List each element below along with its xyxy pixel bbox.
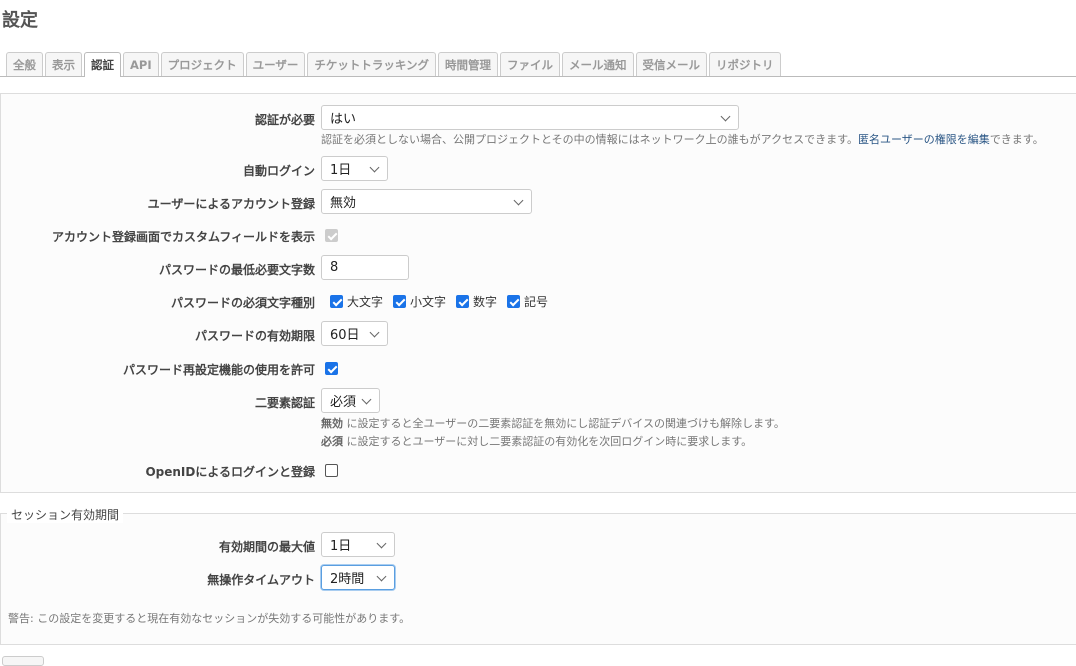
- session-lifetime-label: 有効期間の最大値: [218, 540, 315, 554]
- char-type-lowercase[interactable]: 小文字: [393, 293, 446, 310]
- session-timeout-row: 無操作タイムアウト 2時間: [1, 565, 1076, 591]
- chevron-down-icon: [376, 571, 387, 582]
- session-lifetime-select[interactable]: 1日: [321, 532, 395, 557]
- symbols-label: 記号: [524, 295, 549, 309]
- chevron-down-icon: [513, 195, 524, 206]
- tab-display[interactable]: 表示: [45, 52, 82, 76]
- lost-password-checkbox[interactable]: [325, 362, 338, 375]
- twofa-hint1-row: 無効 に設定すると全ユーザーの二要素認証を無効にし認証デバイスの関連づけも解除し…: [1, 415, 1076, 431]
- password-max-age-label: パスワードの有効期限: [194, 329, 315, 343]
- autologin-row: 自動ログイン 1日: [1, 156, 1076, 182]
- tab-projects[interactable]: プロジェクト: [160, 52, 244, 76]
- openid-label: OpenIDによるログインと登録: [145, 465, 315, 479]
- chevron-down-icon: [361, 394, 372, 405]
- hint-text-end: できます。: [989, 133, 1044, 146]
- anonymous-permissions-link[interactable]: 匿名ユーザーの権限を編集: [858, 133, 990, 146]
- session-timeout-label: 無操作タイムアウト: [207, 573, 315, 587]
- openid-checkbox[interactable]: [325, 464, 338, 477]
- session-timeout-value: 2時間: [330, 572, 365, 587]
- lost-password-label: パスワード再設定機能の使用を許可: [122, 363, 315, 377]
- login-required-value: はい: [330, 112, 357, 127]
- page-title: 設定: [2, 10, 38, 31]
- session-timeout-select[interactable]: 2時間: [321, 565, 395, 590]
- session-lifetime-row: 有効期間の最大値 1日: [1, 532, 1076, 558]
- twofa-hint-required: 必須 に設定するとユーザーに対し二要素認証の有効化を次回ログイン時に要求します。: [321, 433, 752, 449]
- tab-incoming-emails[interactable]: 受信メール: [635, 52, 708, 76]
- autologin-label: 自動ログイン: [242, 164, 315, 178]
- digits-checkbox[interactable]: [456, 295, 470, 308]
- session-warning: 警告: この設定を変更すると現在有効なセッションが失効する可能性があります。: [8, 612, 411, 625]
- tabs-divider: [0, 76, 1076, 77]
- uppercase-label: 大文字: [347, 295, 384, 309]
- tab-authentication[interactable]: 認証: [84, 52, 121, 77]
- symbols-checkbox[interactable]: [507, 295, 521, 308]
- login-required-row: 認証が必要 はい: [1, 105, 1076, 131]
- twofa-hint2-row: 必須 に設定するとユーザーに対し二要素認証の有効化を次回ログイン時に要求します。: [1, 433, 1076, 449]
- password-min-length-row: パスワードの最低必要文字数 8: [1, 255, 1076, 281]
- twofa-row: 二要素認証 必須: [1, 388, 1076, 414]
- hint-key: 必須: [321, 435, 343, 448]
- tab-files[interactable]: ファイル: [500, 52, 561, 76]
- hint-text: に設定するとユーザーに対し二要素認証の有効化を次回ログイン時に要求します。: [343, 435, 753, 448]
- lowercase-label: 小文字: [410, 295, 447, 309]
- hint-text: に設定すると全ユーザーの二要素認証を無効にし認証デバイスの関連づけも解除します。: [343, 417, 785, 430]
- hint-text: 認証を必須としない場合、公開プロジェクトとその中の情報にはネットワーク上の誰もが…: [321, 133, 859, 146]
- password-required-chars-group: 大文字 小文字 数字 記号: [330, 293, 554, 310]
- openid-row: OpenIDによるログインと登録: [1, 457, 1076, 483]
- lost-password-row: パスワード再設定機能の使用を許可: [1, 355, 1076, 381]
- session-legend: セッション有効期間: [7, 506, 124, 523]
- self-registration-label: ユーザーによるアカウント登録: [147, 197, 315, 211]
- session-lifetime-value: 1日: [330, 539, 352, 554]
- password-required-chars-label: パスワードの必須文字種別: [170, 296, 315, 310]
- custom-fields-label: アカウント登録画面でカスタムフィールドを表示: [51, 230, 315, 244]
- tab-issue-tracking[interactable]: チケットトラッキング: [307, 52, 437, 76]
- password-max-age-value: 60日: [330, 328, 360, 343]
- tab-repositories[interactable]: リポジトリ: [709, 52, 781, 76]
- twofa-value: 必須: [330, 395, 357, 410]
- chevron-down-icon: [720, 111, 731, 122]
- tab-users[interactable]: ユーザー: [245, 52, 306, 76]
- password-max-age-select[interactable]: 60日: [321, 321, 388, 346]
- self-registration-select[interactable]: 無効: [321, 189, 532, 214]
- password-max-age-row: パスワードの有効期限 60日: [1, 321, 1076, 347]
- digits-label: 数字: [473, 295, 498, 309]
- self-registration-row: ユーザーによるアカウント登録 無効: [1, 189, 1076, 215]
- autologin-value: 1日: [330, 163, 352, 178]
- chevron-down-icon: [369, 162, 380, 173]
- uppercase-checkbox[interactable]: [330, 295, 343, 308]
- custom-fields-checkbox[interactable]: [325, 229, 338, 242]
- save-button[interactable]: [2, 656, 44, 666]
- self-registration-value: 無効: [330, 196, 357, 211]
- login-required-hint-row: 認証を必須としない場合、公開プロジェクトとその中の情報にはネットワーク上の誰もが…: [1, 131, 1076, 147]
- chevron-down-icon: [376, 538, 387, 549]
- login-required-hint: 認証を必須としない場合、公開プロジェクトとその中の情報にはネットワーク上の誰もが…: [321, 131, 1044, 147]
- lowercase-checkbox[interactable]: [393, 295, 407, 308]
- char-type-digits[interactable]: 数字: [456, 293, 497, 310]
- chevron-down-icon: [369, 327, 380, 338]
- char-type-symbols[interactable]: 記号: [507, 293, 548, 310]
- tab-time-tracking[interactable]: 時間管理: [438, 52, 499, 76]
- auth-settings-box: 認証が必要 はい 認証を必須としない場合、公開プロジェクトとその中の情報にはネッ…: [0, 93, 1076, 493]
- tab-api[interactable]: API: [123, 52, 159, 76]
- char-type-uppercase[interactable]: 大文字: [330, 293, 383, 310]
- twofa-hint-disabled: 無効 に設定すると全ユーザーの二要素認証を無効にし認証デバイスの関連づけも解除し…: [321, 415, 785, 431]
- login-required-label: 認証が必要: [254, 113, 315, 127]
- settings-tabs: 全般 表示 認証 API プロジェクト ユーザー チケットトラッキング 時間管理…: [6, 52, 781, 77]
- password-min-length-input[interactable]: 8: [321, 255, 409, 280]
- tab-general[interactable]: 全般: [6, 52, 43, 76]
- password-required-chars-row: パスワードの必須文字種別 大文字 小文字 数字 記号: [1, 288, 1076, 314]
- password-min-length-label: パスワードの最低必要文字数: [158, 263, 315, 277]
- autologin-select[interactable]: 1日: [321, 156, 388, 181]
- tab-email-notifications[interactable]: メール通知: [562, 52, 634, 76]
- twofa-select[interactable]: 必須: [321, 388, 380, 413]
- hint-key: 無効: [321, 417, 343, 430]
- login-required-select[interactable]: はい: [321, 105, 739, 130]
- twofa-label: 二要素認証: [254, 396, 315, 410]
- session-fieldset: セッション有効期間 有効期間の最大値 1日 無操作タイムアウト 2時間 警告: …: [0, 506, 1076, 645]
- custom-fields-row: アカウント登録画面でカスタムフィールドを表示: [1, 222, 1076, 248]
